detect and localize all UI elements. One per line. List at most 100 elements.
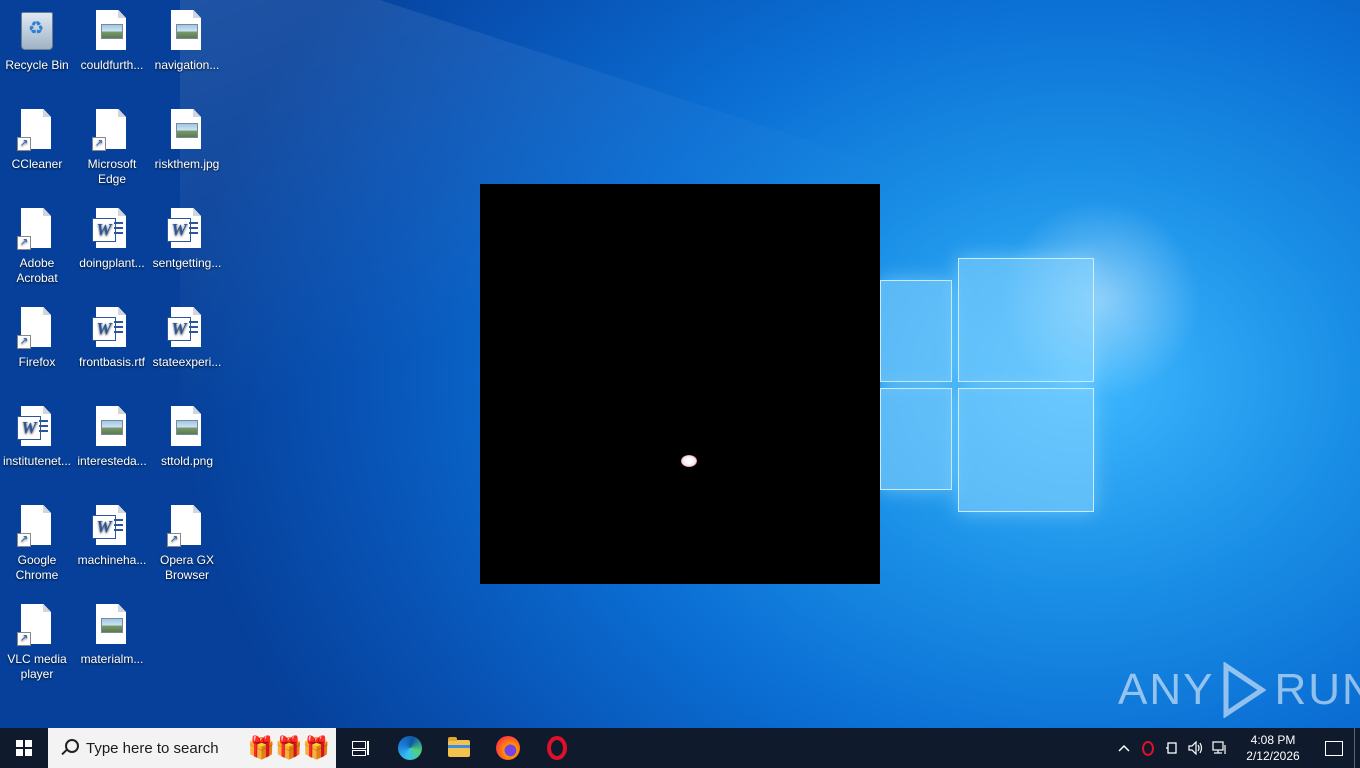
word-document-icon: W: [167, 208, 207, 252]
image-file-icon: [92, 406, 132, 450]
shortcut-file-icon: ↗: [17, 208, 57, 252]
desktop-icon[interactable]: Wdoingplant...: [75, 200, 149, 292]
windows-logo-wallpaper: [880, 258, 1094, 512]
taskbar-opera-button[interactable]: [532, 728, 581, 768]
desktop-icon-label: navigation...: [154, 58, 220, 72]
show-hidden-icons-button[interactable]: [1112, 728, 1136, 768]
desktop-icon[interactable]: Wmachineha...: [75, 497, 149, 589]
shortcut-file-icon: ↗: [167, 505, 207, 549]
shortcut-file-icon: ↗: [17, 505, 57, 549]
folder-icon: [447, 736, 470, 757]
tray-device-button[interactable]: [1160, 728, 1184, 768]
anyrun-watermark: ANY RUN: [1118, 660, 1360, 720]
shortcut-file-icon: ↗: [17, 604, 57, 648]
play-icon: [1223, 662, 1267, 718]
desktop-icon-label: couldfurth...: [80, 58, 144, 72]
desktop-icon-label: Microsoft Edge: [87, 157, 137, 186]
image-file-icon: [167, 109, 207, 153]
desktop-icon[interactable]: navigation...: [150, 2, 224, 94]
desktop-icon-label: riskthem.jpg: [154, 157, 220, 171]
desktop-icon-label: machineha...: [77, 553, 147, 567]
desktop-icon-label: sentgetting...: [152, 256, 222, 270]
word-document-icon: W: [92, 505, 132, 549]
image-file-icon: [167, 10, 207, 54]
desktop-icon-label: materialm...: [80, 652, 144, 666]
desktop-icon[interactable]: ↗ Microsoft Edge: [75, 101, 149, 193]
opera-icon: [546, 736, 567, 760]
taskbar-search-box[interactable]: Type here to search 🎁🎁🎁: [48, 728, 336, 768]
taskbar: Type here to search 🎁🎁🎁 4:08 PM 2/12/202…: [0, 728, 1360, 768]
shortcut-file-icon: ↗: [17, 109, 57, 153]
windows-start-icon: [16, 740, 32, 756]
taskbar-firefox-button[interactable]: [483, 728, 532, 768]
taskbar-edge-button[interactable]: [385, 728, 434, 768]
search-placeholder: Type here to search: [86, 739, 219, 757]
search-icon: [60, 739, 79, 757]
desktop-icon[interactable]: ↗ Firefox: [0, 299, 74, 391]
desktop-icon-label: Recycle Bin: [5, 58, 69, 72]
shortcut-file-icon: ↗: [92, 109, 132, 153]
word-document-icon: W: [17, 406, 57, 450]
notification-icon: [1325, 740, 1343, 756]
network-icon: [1212, 741, 1226, 754]
image-file-icon: [92, 10, 132, 54]
desktop-icon-label: interesteda...: [77, 454, 147, 468]
desktop-icon[interactable]: sttold.png: [150, 398, 224, 490]
desktop-icon[interactable]: couldfurth...: [75, 2, 149, 94]
clock-date: 2/12/2026: [1246, 749, 1300, 763]
word-document-icon: W: [92, 307, 132, 351]
desktop-icon[interactable]: interesteda...: [75, 398, 149, 490]
desktop-icon-label: VLC media player: [7, 652, 67, 681]
task-view-button[interactable]: [336, 728, 385, 768]
desktop-icon-label: doingplant...: [79, 256, 145, 270]
speaker-icon: [1188, 741, 1203, 755]
desktop-icon-label: frontbasis.rtf: [78, 355, 146, 369]
desktop-icon-label: Google Chrome: [15, 553, 59, 582]
opera-tray-icon: [1142, 740, 1154, 756]
recycle-bin-icon: [17, 10, 57, 54]
desktop-icon-label: stateexperi...: [152, 355, 222, 369]
desktop-icon-label: Adobe Acrobat: [16, 256, 58, 285]
desktop-icon[interactable]: ↗ VLC media player: [0, 596, 74, 688]
desktop-icon[interactable]: ↗ Adobe Acrobat: [0, 200, 74, 292]
desktop-icon-label: Opera GX Browser: [159, 553, 215, 582]
edge-icon: [397, 736, 422, 760]
desktop-icon[interactable]: Wsentgetting...: [150, 200, 224, 292]
taskbar-clock[interactable]: 4:08 PM 2/12/2026: [1232, 732, 1314, 764]
desktop-icon[interactable]: ↗ Opera GX Browser: [150, 497, 224, 589]
show-desktop-button[interactable]: [1354, 728, 1360, 768]
desktop-icon-label: sttold.png: [160, 454, 214, 468]
image-file-icon: [167, 406, 207, 450]
word-document-icon: W: [167, 307, 207, 351]
desktop-icon[interactable]: Wstateexperi...: [150, 299, 224, 391]
task-view-icon: [351, 741, 370, 756]
start-button[interactable]: [0, 728, 48, 768]
watermark-right-text: RUN: [1274, 665, 1360, 714]
desktop-icon-label: Firefox: [18, 355, 56, 369]
desktop-icon[interactable]: materialm...: [75, 596, 149, 688]
desktop-icon[interactable]: ↗ Google Chrome: [0, 497, 74, 589]
word-document-icon: W: [92, 208, 132, 252]
system-tray: 4:08 PM 2/12/2026: [1112, 728, 1360, 768]
desktop-icon-label: institutenet...: [2, 454, 72, 468]
desktop-icon[interactable]: Recycle Bin: [0, 2, 74, 94]
desktop-icon[interactable]: riskthem.jpg: [150, 101, 224, 193]
device-icon: [1166, 742, 1177, 754]
image-file-icon: [92, 604, 132, 648]
desktop-icon[interactable]: Winstitutenet...: [0, 398, 74, 490]
network-button[interactable]: [1208, 728, 1232, 768]
desktop-icon[interactable]: ↗ CCleaner: [0, 101, 74, 193]
gift-boxes-icon[interactable]: 🎁🎁🎁: [248, 734, 330, 762]
volume-button[interactable]: [1184, 728, 1208, 768]
black-app-window[interactable]: [480, 184, 880, 584]
glowing-dot: [681, 455, 697, 467]
shortcut-file-icon: ↗: [17, 307, 57, 351]
chevron-up-icon: [1118, 744, 1130, 752]
firefox-icon: [495, 736, 520, 760]
taskbar-file-explorer-button[interactable]: [434, 728, 483, 768]
action-center-button[interactable]: [1314, 728, 1354, 768]
tray-opera-button[interactable]: [1136, 728, 1160, 768]
clock-time: 4:08 PM: [1250, 733, 1296, 747]
desktop-icon[interactable]: Wfrontbasis.rtf: [75, 299, 149, 391]
watermark-left-text: ANY: [1118, 665, 1215, 714]
